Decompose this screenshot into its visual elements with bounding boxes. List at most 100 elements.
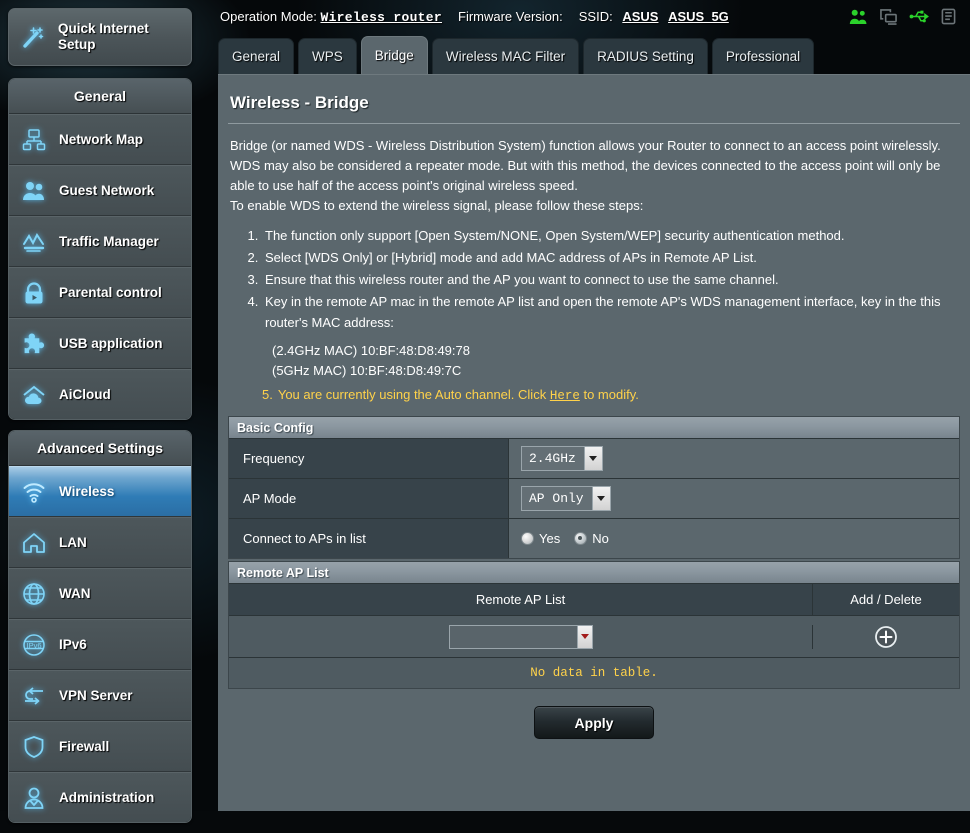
ap-mode-label: AP Mode (229, 479, 509, 518)
tab-wireless-mac-filter[interactable]: Wireless MAC Filter (431, 38, 580, 74)
magic-wand-icon (19, 22, 49, 52)
sidebar-item-ipv6[interactable]: IPv6 IPv6 (9, 619, 191, 670)
radio-no-label: No (592, 531, 609, 546)
printer-icon[interactable] (941, 8, 956, 25)
remote-ap-combobox[interactable] (448, 624, 593, 649)
connect-to-aps-value-cell: Yes No (509, 519, 959, 558)
auto-channel-note: 5. You are currently using the Auto chann… (262, 385, 960, 406)
puzzle-piece-icon (19, 329, 49, 359)
intro-paragraph-2: To enable WDS to extend the wireless sig… (230, 198, 644, 213)
sidebar-item-label: Administration (59, 790, 155, 805)
user-icon (19, 783, 49, 813)
usb-icon[interactable] (909, 8, 930, 25)
remote-ap-input-cell (229, 624, 812, 649)
connect-to-aps-label: Connect to APs in list (229, 519, 509, 558)
sidebar-item-label: WAN (59, 586, 91, 601)
status-bar: Operation Mode: Wireless router Firmware… (210, 0, 970, 33)
chevron-down-icon[interactable] (583, 447, 602, 470)
sidebar-item-label: Firewall (59, 739, 110, 754)
connect-to-aps-radio-group: Yes No (521, 531, 609, 546)
sidebar-item-parental-control[interactable]: Parental control (9, 267, 191, 318)
radio-yes-label: Yes (539, 531, 561, 546)
ap-mode-select[interactable]: AP Only (521, 486, 611, 511)
sidebar-group-advanced: Advanced Settings Wireless LAN WAN IPv6 … (8, 430, 192, 823)
padlock-icon (19, 278, 49, 308)
network-map-icon (19, 125, 49, 155)
sidebar-item-administration[interactable]: Administration (9, 772, 191, 822)
radio-no-dot[interactable] (574, 532, 588, 545)
remote-ap-combobox-value[interactable] (450, 626, 578, 648)
router-admin-page: Quick Internet Setup General Network Map (0, 0, 970, 823)
step-item: Key in the remote AP mac in the remote A… (262, 291, 960, 333)
step-item: The function only support [Open System/N… (262, 225, 960, 246)
house-icon (19, 528, 49, 558)
sidebar-item-vpn-server[interactable]: VPN Server (9, 670, 191, 721)
sidebar-item-wan[interactable]: WAN (9, 568, 191, 619)
sidebar-item-label: Network Map (59, 132, 144, 147)
tab-bridge[interactable]: Bridge (360, 36, 428, 74)
client-devices-icon[interactable] (879, 8, 898, 25)
sidebar-group-general-header: General (9, 79, 191, 114)
sidebar: Quick Internet Setup General Network Map (8, 8, 192, 833)
guest-network-icon (19, 176, 49, 206)
sidebar-item-label: AiCloud (59, 387, 111, 402)
note-number: 5. (262, 387, 273, 402)
table-row (229, 615, 959, 657)
ipv6-globe-icon: IPv6 (19, 630, 49, 660)
firmware-version-label: Firmware Version: (458, 8, 563, 24)
steps-list: The function only support [Open System/N… (228, 225, 960, 333)
tab-professional[interactable]: Professional (711, 38, 815, 74)
tab-radius-setting[interactable]: RADIUS Setting (583, 38, 708, 74)
aicloud-icon (19, 380, 49, 410)
sidebar-item-label: Wireless (59, 484, 115, 499)
sidebar-item-firewall[interactable]: Firewall (9, 721, 191, 772)
radio-no[interactable]: No (574, 531, 609, 546)
form-row-frequency: Frequency 2.4GHz (229, 438, 959, 478)
mac-5ghz: (5GHz MAC) 10:BF:48:D8:49:7C (272, 363, 462, 378)
form-row-connect-to-aps: Connect to APs in list Yes No (229, 518, 959, 558)
sidebar-item-label: USB application (59, 336, 163, 351)
ssid-24ghz[interactable]: ASUS (622, 9, 658, 24)
column-header-add-delete: Add / Delete (812, 584, 959, 615)
step-item: Select [WDS Only] or [Hybrid] mode and a… (262, 247, 960, 268)
radio-yes[interactable]: Yes (521, 531, 560, 546)
ssid-5ghz[interactable]: ASUS_5G (668, 9, 729, 24)
shield-icon (19, 732, 49, 762)
ap-mode-select-value: AP Only (529, 491, 584, 506)
svg-text:IPv6: IPv6 (26, 641, 41, 650)
title-divider (228, 123, 960, 124)
here-link[interactable]: Here (550, 389, 580, 403)
operation-mode-value[interactable]: Wireless router (320, 10, 442, 25)
traffic-manager-icon (19, 227, 49, 257)
tab-wps[interactable]: WPS (298, 38, 357, 74)
plus-circle-icon[interactable] (874, 625, 898, 649)
sidebar-item-quick-internet-setup[interactable]: Quick Internet Setup (8, 8, 192, 66)
sidebar-item-network-map[interactable]: Network Map (9, 114, 191, 165)
tab-general[interactable]: General (218, 38, 295, 74)
apply-button[interactable]: Apply (534, 706, 654, 739)
note-text-after: to modify. (583, 387, 639, 402)
chevron-down-icon[interactable] (591, 487, 610, 510)
step-item: Ensure that this wireless router and the… (262, 269, 960, 290)
sidebar-item-label: Guest Network (59, 183, 155, 198)
ssid-label: SSID: (578, 9, 613, 24)
guest-users-icon[interactable] (849, 8, 868, 25)
sidebar-item-lan[interactable]: LAN (9, 517, 191, 568)
sidebar-item-guest-network[interactable]: Guest Network (9, 165, 191, 216)
radio-yes-dot[interactable] (521, 532, 534, 545)
sidebar-item-label: LAN (59, 535, 87, 550)
chevron-down-icon[interactable] (577, 625, 592, 648)
apply-button-row: Apply (228, 689, 960, 739)
frequency-value-cell: 2.4GHz (509, 439, 959, 478)
sidebar-item-traffic-manager[interactable]: Traffic Manager (9, 216, 191, 267)
sidebar-item-aicloud[interactable]: AiCloud (9, 369, 191, 419)
sidebar-item-label: Traffic Manager (59, 234, 159, 249)
frequency-select[interactable]: 2.4GHz (521, 446, 603, 471)
sidebar-item-label: Quick Internet Setup (58, 21, 149, 52)
vpn-arrows-icon (19, 681, 49, 711)
sidebar-item-usb-application[interactable]: USB application (9, 318, 191, 369)
remote-ap-list-panel: Remote AP List Remote AP List Add / Dele… (228, 561, 960, 689)
add-delete-cell (812, 624, 959, 649)
sidebar-item-wireless[interactable]: Wireless (9, 466, 191, 517)
sidebar-item-label: IPv6 (59, 637, 87, 652)
